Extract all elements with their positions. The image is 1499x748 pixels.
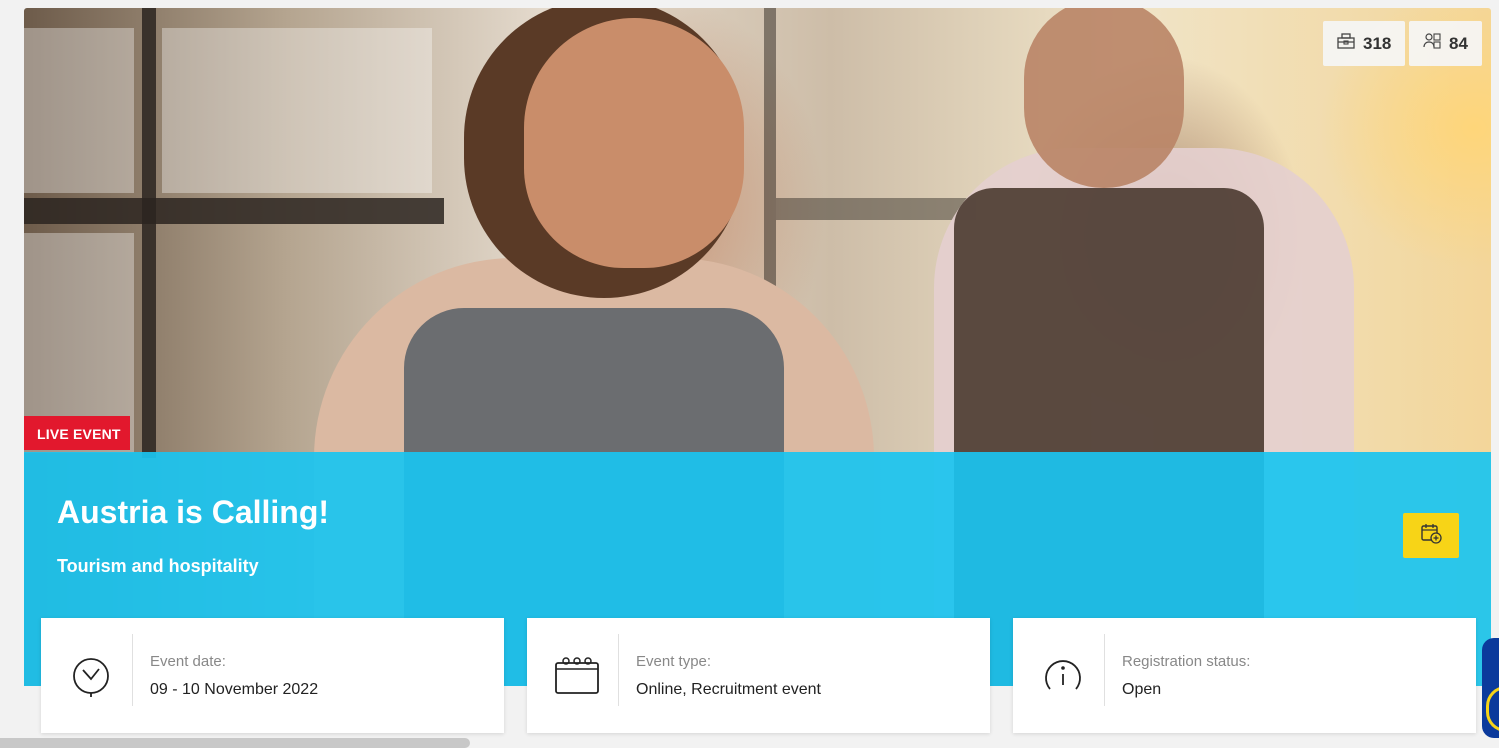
event-date-label: Event date: [150,653,226,670]
window-pane [24,28,134,193]
event-type-value: Online, Recruitment event [636,681,821,698]
building-icon [1337,33,1355,54]
event-hero-image: 318 84 [24,8,1491,686]
users-icon [1423,32,1441,55]
companies-count: 318 [1363,33,1392,53]
event-type-card: Event type: Online, Recruitment event [527,618,990,733]
card-divider [618,634,619,706]
event-date-card: Event date: 09 - 10 November 2022 [41,618,504,733]
registration-status-card: Registration status: Open [1013,618,1476,733]
man-face [1024,8,1184,188]
participants-count: 84 [1449,33,1468,53]
event-date-value: 09 - 10 November 2022 [150,681,319,698]
participants-stat: 84 [1409,21,1482,66]
event-title: Austria is Calling! [57,494,330,530]
window-frame [24,198,444,224]
woman-face [524,18,744,268]
event-type-label: Event type: [636,653,712,670]
floating-widget-button[interactable] [1482,638,1499,738]
clock-icon [65,652,117,700]
event-subtitle: Tourism and hospitality [57,556,259,576]
calendar-plus-icon [1420,522,1442,549]
add-to-calendar-button[interactable] [1403,513,1459,558]
card-divider [132,634,133,706]
card-divider [1104,634,1105,706]
calendar-icon [551,652,603,700]
window-frame [142,8,156,458]
companies-stat: 318 [1323,21,1406,66]
info-icon [1037,652,1089,700]
live-event-badge: LIVE EVENT [24,416,130,450]
window-pane [162,28,432,193]
horizontal-scrollbar[interactable] [0,738,470,748]
registration-status-label: Registration status: [1122,653,1251,670]
registration-status-value: Open [1122,681,1162,698]
window-frame [776,198,976,220]
